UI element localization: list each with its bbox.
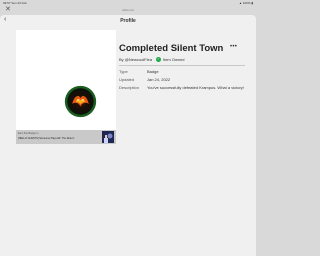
browser-bar: ✕ roblox.com	[0, 6, 256, 15]
profile-sheet: ‹ Profile Earn this Badge in [HELLO GUES…	[0, 15, 256, 256]
detail-value: Jan 24, 2022	[147, 77, 171, 82]
item-byline: By @NewcoolFlea ✓ Item Owned	[119, 57, 185, 62]
divider	[119, 65, 245, 66]
detail-value: Badge	[147, 69, 159, 74]
page-title: Profile	[120, 18, 136, 24]
item-details: Type Badge Updated Jan 24, 2022 Descript…	[119, 69, 245, 93]
nav-bar: ‹ Profile	[0, 15, 256, 26]
detail-value: You've successfully defeated Krampus. Wh…	[147, 85, 244, 90]
creator-link[interactable]: By @NewcoolFlea	[119, 57, 152, 62]
url-text[interactable]: roblox.com	[0, 9, 256, 12]
game-thumbnail[interactable]	[102, 131, 114, 143]
detail-key: Type	[119, 69, 128, 74]
origin-game-title[interactable]: [HELLO GUESTS] Someone Plays Elf: The Re…	[18, 137, 100, 140]
origin-experience-link[interactable]: Earn this Badge in [HELLO GUESTS] Someon…	[16, 130, 116, 144]
badge-image	[64, 85, 97, 118]
detail-row-updated: Updated Jan 24, 2022	[119, 77, 245, 85]
detail-row-type: Type Badge	[119, 69, 245, 77]
status-time: 09:57 Sun 23 Feb	[3, 1, 27, 5]
game-thumbnail-art	[102, 132, 114, 143]
badge-image-card	[16, 30, 116, 130]
owned-label: Item Owned	[162, 57, 185, 62]
checkmark-icon: ✓	[155, 57, 161, 62]
more-icon[interactable]: •••	[230, 44, 237, 50]
item-name: Completed Silent Town	[119, 43, 224, 54]
origin-label: Earn this Badge in	[18, 132, 39, 135]
detail-key: Description	[119, 85, 140, 90]
detail-key: Updated	[119, 77, 135, 82]
status-indicators: ⁠▲ 100% ▮	[239, 1, 253, 5]
detail-row-description: Description You've successfully defeated…	[119, 85, 245, 93]
